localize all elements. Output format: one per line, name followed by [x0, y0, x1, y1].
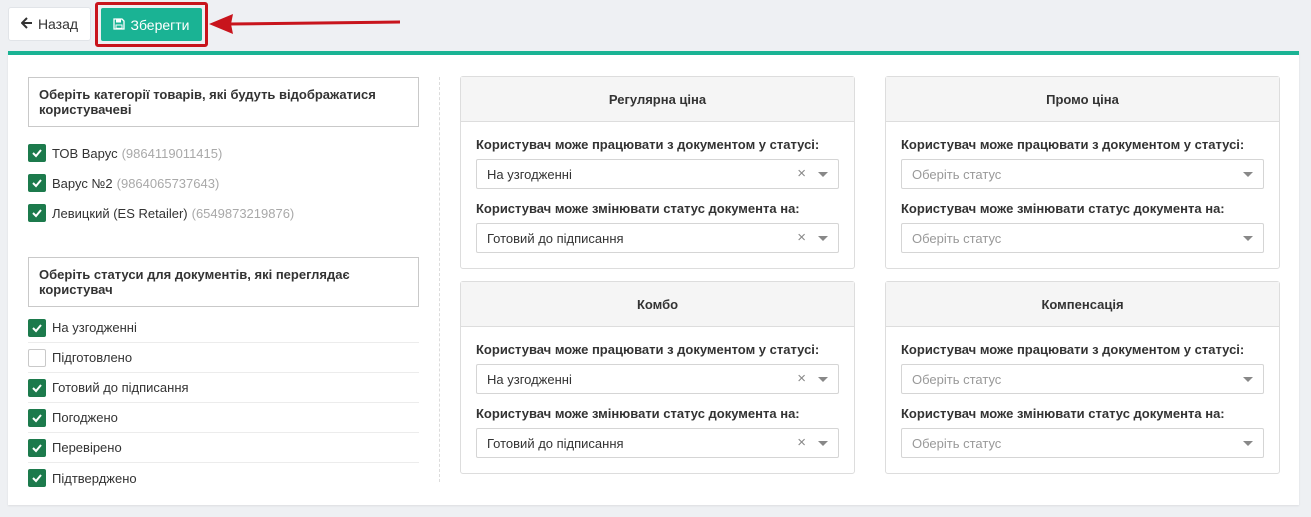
category-item[interactable]: Варус №2 (9864065737643)	[28, 168, 419, 198]
category-code: (6549873219876)	[191, 205, 295, 221]
change-status-select[interactable]: Готовий до підписання ×	[476, 428, 839, 458]
status-item[interactable]: Підтверджено	[28, 463, 419, 493]
categories-title: Оберіть категорії товарів, які будуть ві…	[28, 77, 419, 127]
status-label: Підтверджено	[52, 470, 137, 486]
regular-price-card: Регулярна ціна Користувач може працювати…	[460, 76, 855, 269]
statuses-title: Оберіть статуси для документів, які пере…	[28, 257, 419, 307]
check-icon	[32, 443, 42, 452]
check-icon	[32, 149, 42, 158]
check-icon	[32, 383, 42, 392]
promo-price-card: Промо ціна Користувач може працювати з д…	[885, 76, 1280, 269]
selected-value: Готовий до підписання	[487, 435, 624, 451]
annotation-arrow	[209, 14, 401, 34]
checkbox[interactable]	[28, 144, 46, 162]
category-item[interactable]: Левицкий (ES Retailer) (6549873219876)	[28, 198, 419, 228]
save-button[interactable]: Зберегти	[101, 8, 202, 41]
category-name: Варус №2	[52, 175, 113, 191]
caret-down-icon[interactable]	[818, 441, 828, 446]
save-button-label: Зберегти	[130, 16, 190, 33]
check-icon	[32, 179, 42, 188]
category-code: (9864119011415)	[121, 145, 223, 161]
checkbox[interactable]	[28, 408, 46, 427]
field-label: Користувач може працювати з документом у…	[476, 137, 820, 152]
clear-icon[interactable]: ×	[797, 435, 806, 451]
back-button-label: Назад	[37, 16, 79, 32]
field-label: Користувач може змінювати статус докумен…	[476, 201, 800, 216]
selected-value: На узгодженні	[487, 166, 572, 182]
filters-column: Оберіть категорії товарів, які будуть ві…	[28, 77, 419, 493]
change-status-select[interactable]: Готовий до підписання ×	[476, 223, 839, 253]
checkbox[interactable]	[28, 174, 46, 192]
field-label: Користувач може змінювати статус докумен…	[901, 201, 1225, 216]
caret-down-icon[interactable]	[818, 236, 828, 241]
clear-icon[interactable]: ×	[797, 230, 806, 246]
status-label: Погоджено	[52, 410, 118, 425]
back-button[interactable]: Назад	[8, 7, 91, 41]
status-item[interactable]: Підготовлено	[28, 343, 419, 373]
field-label: Користувач може працювати з документом у…	[901, 137, 1245, 152]
caret-down-icon[interactable]	[1243, 172, 1253, 177]
change-status-select[interactable]: Оберіть статус	[901, 223, 1264, 253]
category-code: (9864065737643)	[116, 175, 220, 191]
field-label: Користувач може змінювати статус докумен…	[476, 406, 800, 421]
caret-down-icon[interactable]	[818, 377, 828, 382]
work-status-select[interactable]: Оберіть статус	[901, 364, 1264, 394]
check-icon	[32, 209, 42, 218]
status-list: На узгодженні Підготовлено Готовий до пі…	[28, 313, 419, 493]
status-label: Перевірено	[52, 440, 122, 455]
work-status-select[interactable]: На узгодженні ×	[476, 159, 839, 189]
field-label: Користувач може працювати з документом у…	[901, 342, 1245, 357]
status-label: Підготовлено	[52, 350, 133, 365]
check-icon	[32, 474, 42, 483]
change-status-select[interactable]: Оберіть статус	[901, 428, 1264, 458]
column-divider	[439, 77, 440, 482]
work-status-select[interactable]: На узгодженні ×	[476, 364, 839, 394]
check-icon	[32, 323, 42, 332]
category-item[interactable]: ТОВ Варус (9864119011415)	[28, 138, 419, 168]
status-item[interactable]: Готовий до підписання	[28, 373, 419, 403]
status-label: Готовий до підписання	[52, 380, 189, 395]
category-name: Левицкий (ES Retailer)	[52, 205, 188, 221]
select-placeholder: Оберіть статус	[912, 435, 1002, 451]
card-title: Комбо	[461, 282, 854, 327]
field-label: Користувач може працювати з документом у…	[476, 342, 820, 357]
checkbox[interactable]	[28, 469, 46, 487]
card-title: Промо ціна	[886, 77, 1279, 122]
checkbox[interactable]	[28, 348, 46, 367]
arrow-left-icon	[20, 16, 33, 32]
caret-down-icon[interactable]	[1243, 441, 1253, 446]
card-title: Компенсація	[886, 282, 1279, 327]
card-title: Регулярна ціна	[461, 77, 854, 122]
clear-icon[interactable]: ×	[797, 166, 806, 182]
selected-value: Готовий до підписання	[487, 230, 624, 246]
select-placeholder: Оберіть статус	[912, 230, 1002, 246]
checkbox[interactable]	[28, 438, 46, 457]
select-placeholder: Оберіть статус	[912, 166, 1002, 182]
selected-value: На узгодженні	[487, 371, 572, 387]
select-placeholder: Оберіть статус	[912, 371, 1002, 387]
toolbar: Назад Зберегти	[0, 0, 1311, 52]
category-list: ТОВ Варус (9864119011415) Варус №2 (9864…	[28, 138, 419, 228]
caret-down-icon[interactable]	[1243, 377, 1253, 382]
checkbox[interactable]	[28, 318, 46, 337]
settings-panel: Оберіть категорії товарів, які будуть ві…	[8, 51, 1299, 505]
compensation-card: Компенсація Користувач може працювати з …	[885, 281, 1280, 474]
field-label: Користувач може змінювати статус докумен…	[901, 406, 1225, 421]
status-item[interactable]: На узгодженні	[28, 313, 419, 343]
category-name: ТОВ Варус	[52, 145, 118, 161]
check-icon	[32, 413, 42, 422]
caret-down-icon[interactable]	[818, 172, 828, 177]
status-label: На узгодженні	[52, 320, 137, 335]
combo-card: Комбо Користувач може працювати з докуме…	[460, 281, 855, 474]
status-item[interactable]: Перевірено	[28, 433, 419, 463]
clear-icon[interactable]: ×	[797, 371, 806, 387]
floppy-disk-icon	[113, 17, 126, 33]
checkbox[interactable]	[28, 204, 46, 222]
caret-down-icon[interactable]	[1243, 236, 1253, 241]
checkbox[interactable]	[28, 378, 46, 397]
status-item[interactable]: Погоджено	[28, 403, 419, 433]
work-status-select[interactable]: Оберіть статус	[901, 159, 1264, 189]
